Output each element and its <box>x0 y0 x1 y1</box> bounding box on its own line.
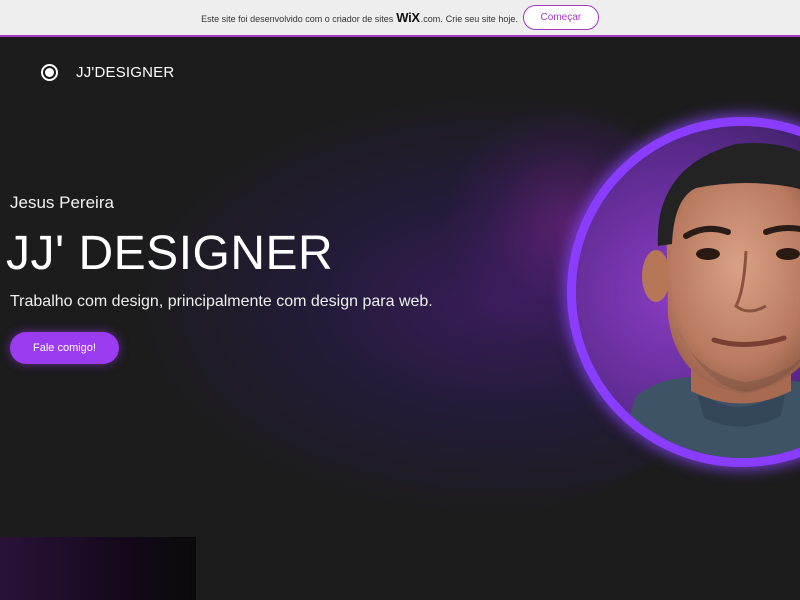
wix-banner-message-end: Crie seu site hoje. <box>445 14 518 24</box>
start-button[interactable]: Começar <box>522 5 599 30</box>
page: Este site foi desenvolvido com o criador… <box>0 0 800 600</box>
wix-banner: Este site foi desenvolvido com o criador… <box>0 0 800 37</box>
wix-logo[interactable]: WiX <box>396 10 420 25</box>
hero-name: Jesus Pereira <box>10 193 114 212</box>
radio-dot-icon <box>41 64 58 81</box>
decorative-gradient-block <box>0 537 196 600</box>
wix-banner-message: Este site foi desenvolvido com o criador… <box>201 14 394 24</box>
site-logo[interactable]: JJ'DESIGNER <box>41 64 174 81</box>
site-logo-text: JJ'DESIGNER <box>76 64 175 81</box>
profile-photo <box>567 117 800 467</box>
hero-title: JJ' DESIGNER <box>6 227 334 280</box>
contact-button[interactable]: Fale comigo! <box>10 332 119 364</box>
portrait-illustration <box>576 126 800 458</box>
hero-subtitle: Trabalho com design, principalmente com … <box>10 293 433 310</box>
wix-logo-suffix: .com. <box>420 14 443 24</box>
wix-banner-text: Este site foi desenvolvido com o criador… <box>201 10 518 25</box>
